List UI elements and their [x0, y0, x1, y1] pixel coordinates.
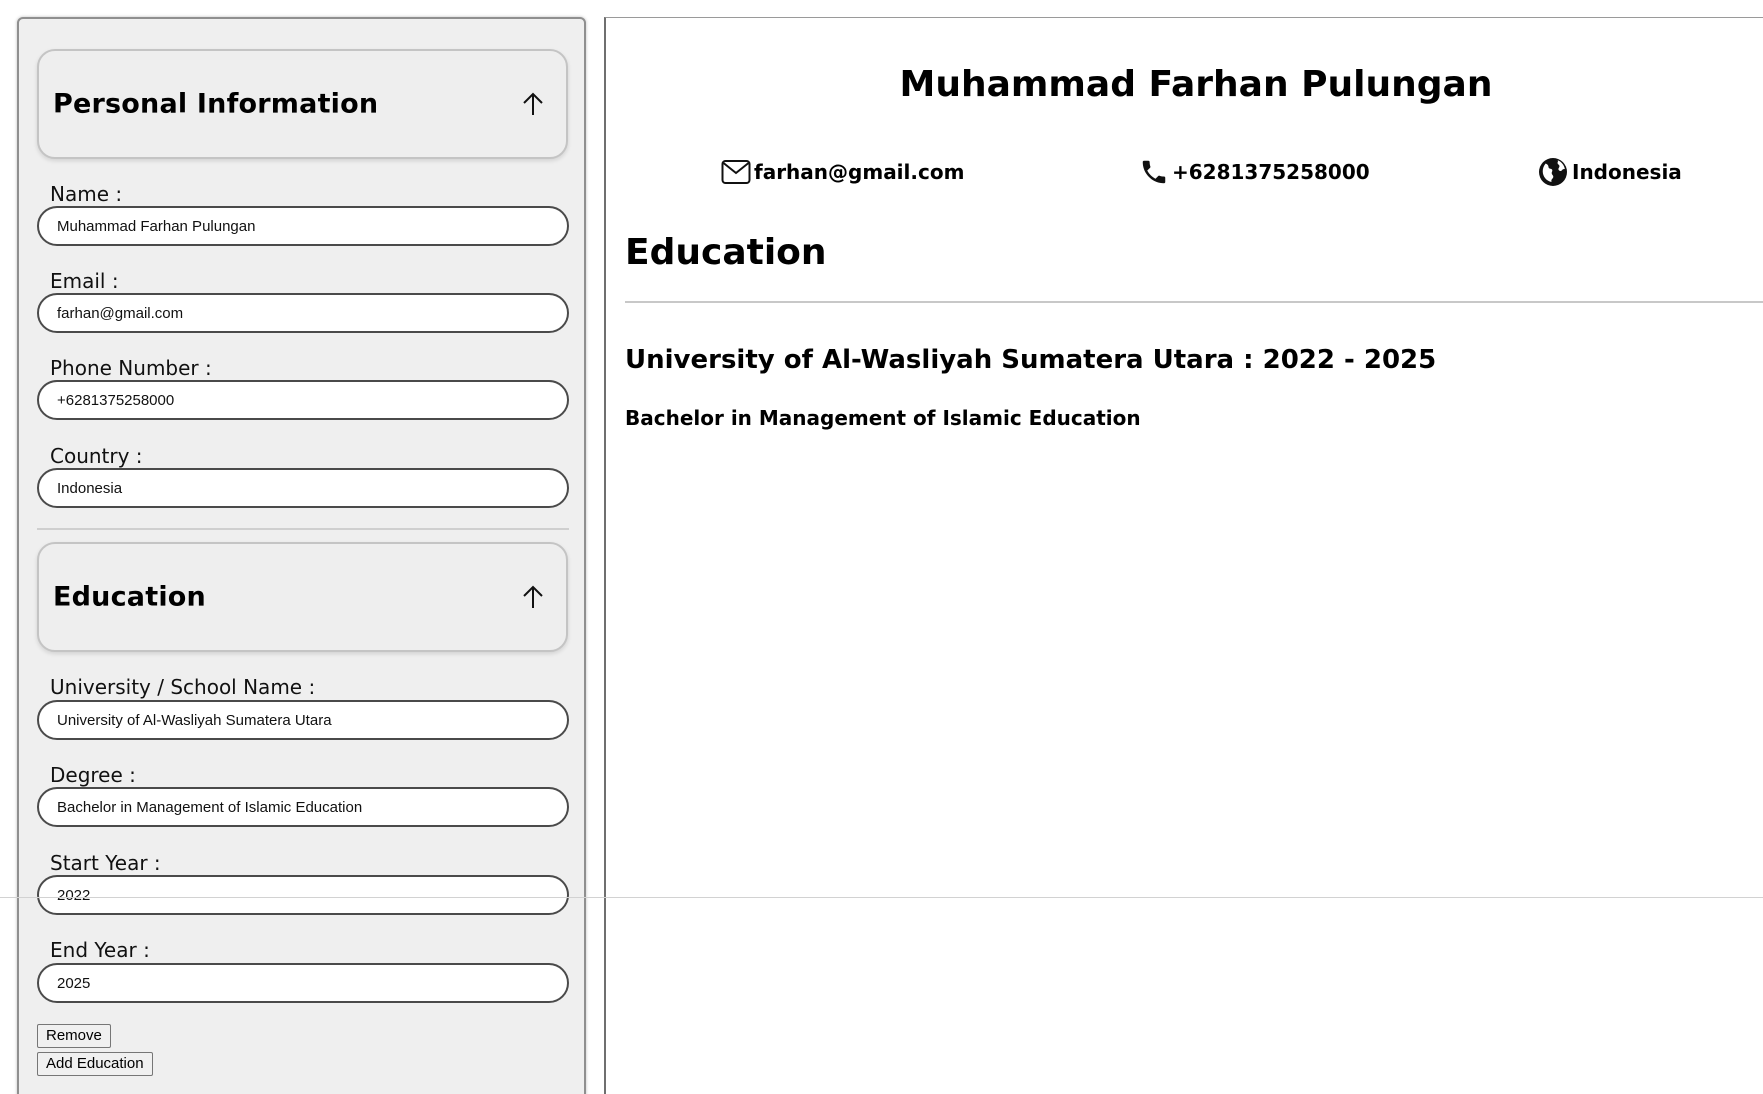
- degree-input[interactable]: [37, 787, 569, 827]
- preview-education-school: University of Al-Wasliyah Sumatera Utara…: [625, 345, 1437, 375]
- arrow-up-icon: [523, 92, 543, 115]
- start-year-label: Start Year :: [50, 851, 161, 875]
- personal-info-section-toggle[interactable]: Personal Information: [37, 49, 568, 159]
- country-input[interactable]: [37, 468, 569, 508]
- end-year-input[interactable]: [37, 963, 569, 1003]
- start-year-input[interactable]: [37, 875, 569, 915]
- school-name-input[interactable]: [37, 700, 569, 740]
- phone-icon: [1142, 160, 1166, 184]
- contact-country: Indonesia: [1537, 155, 1682, 189]
- end-year-label: End Year :: [50, 938, 150, 962]
- contact-email-text: farhan@gmail.com: [754, 160, 965, 184]
- phone-number-input[interactable]: [37, 380, 569, 420]
- resume-name-heading: Muhammad Farhan Pulungan: [899, 64, 1493, 105]
- resume-preview: Muhammad Farhan Pulungan farhan@gmail.co…: [604, 17, 1763, 1094]
- resume-editor-panel: Personal Information Name : Email : Phon…: [17, 17, 586, 1094]
- envelope-icon: [721, 160, 751, 184]
- degree-label: Degree :: [50, 763, 136, 787]
- preview-education-divider: [625, 301, 1763, 303]
- personal-info-section-title: Personal Information: [53, 88, 379, 120]
- globe-icon: [1539, 158, 1567, 186]
- country-label: Country :: [50, 444, 143, 468]
- phone-number-label: Phone Number :: [50, 356, 212, 380]
- contact-email: farhan@gmail.com: [721, 155, 964, 189]
- education-section-title: Education: [53, 581, 206, 613]
- contact-country-text: Indonesia: [1572, 160, 1682, 184]
- name-input[interactable]: [37, 206, 569, 246]
- add-education-button[interactable]: Add Education: [37, 1052, 153, 1076]
- contact-phone-text: +6281375258000: [1172, 160, 1370, 184]
- education-section-toggle[interactable]: Education: [37, 542, 568, 652]
- section-divider: [37, 528, 569, 530]
- email-input[interactable]: [37, 293, 569, 333]
- remove-education-button[interactable]: Remove: [37, 1024, 111, 1048]
- email-label: Email :: [50, 269, 119, 293]
- arrow-up-icon: [523, 585, 543, 608]
- preview-education-degree: Bachelor in Management of Islamic Educat…: [625, 406, 1141, 430]
- preview-education-title: Education: [625, 232, 827, 273]
- contact-phone: +6281375258000: [1139, 155, 1370, 189]
- school-name-label: University / School Name :: [50, 675, 316, 699]
- name-label: Name :: [50, 182, 123, 206]
